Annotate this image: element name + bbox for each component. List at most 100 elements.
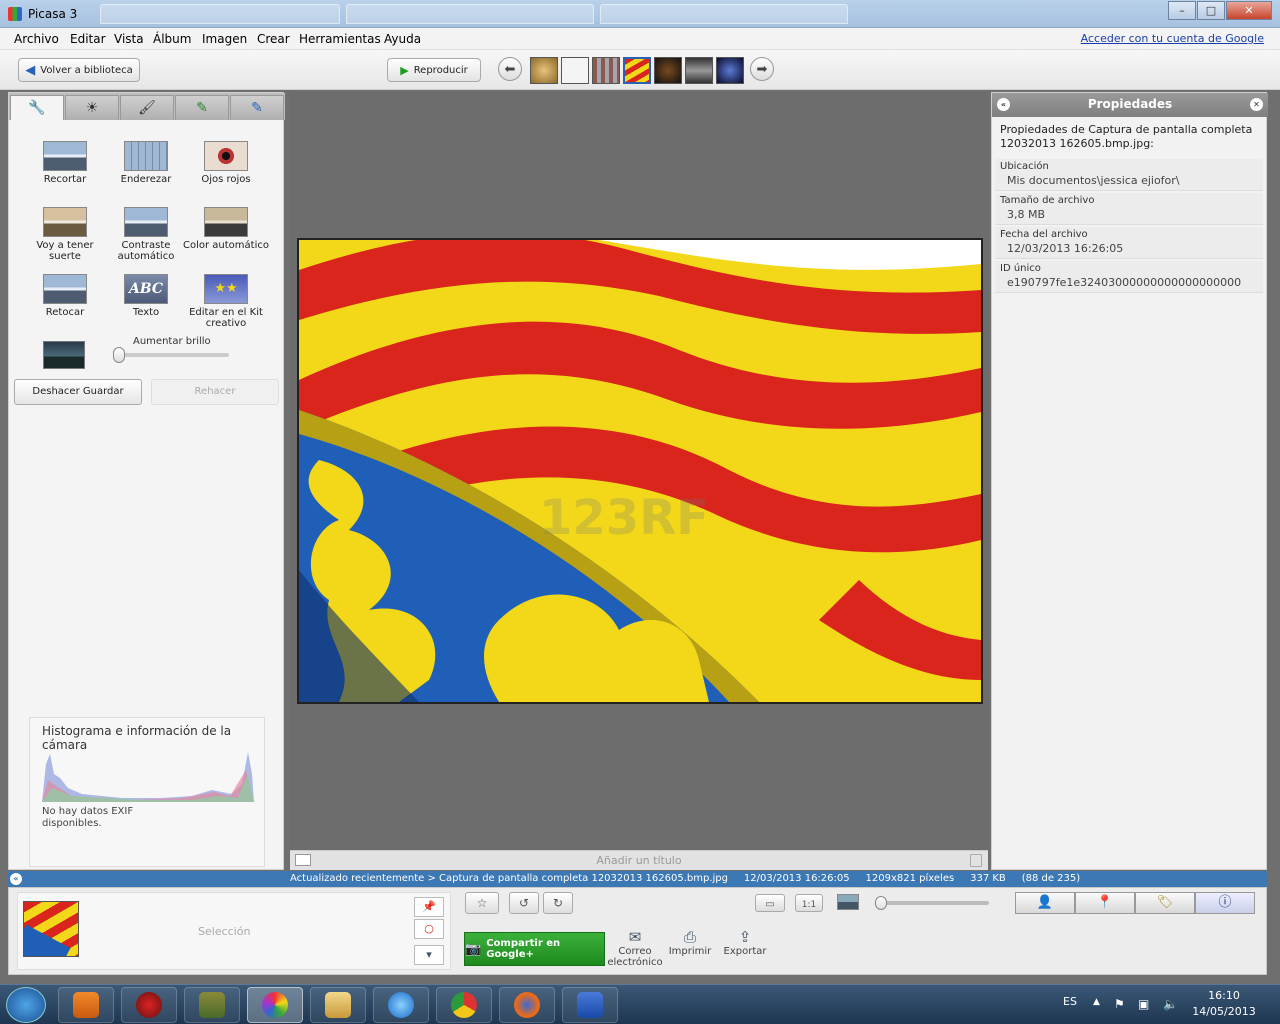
filmstrip-thumbnail[interactable] [530, 57, 558, 84]
color-icon [204, 207, 248, 237]
actual-size-button[interactable]: 1:1 [795, 894, 823, 912]
tool-text[interactable]: ABC Texto [102, 274, 190, 318]
app-icon [136, 992, 162, 1018]
properties-button[interactable]: ⓘ [1195, 892, 1255, 914]
menu-editar[interactable]: Editar [70, 32, 106, 46]
zoom-slider-knob[interactable] [875, 896, 887, 910]
filmstrip-thumbnail[interactable] [654, 57, 682, 84]
brightness-slider[interactable] [113, 347, 229, 363]
envelope-icon: ✉ [628, 928, 642, 946]
tool-label: Voy a tener suerte [36, 240, 94, 262]
tool-auto-color[interactable]: Color automático [182, 207, 270, 251]
export-button[interactable]: ⇪ Exportar [717, 930, 773, 958]
tab-effects-2[interactable]: ✎ [175, 95, 229, 120]
redo-button[interactable]: Rehacer [151, 379, 279, 405]
trash-icon[interactable] [970, 854, 982, 867]
background-window-tab[interactable] [600, 4, 848, 24]
fit-to-window-button[interactable]: ▭ [755, 894, 785, 912]
language-indicator[interactable]: ES [1063, 995, 1077, 1008]
clock-date[interactable]: 14/05/2013 [1190, 1005, 1258, 1018]
play-slideshow-button[interactable]: ▶ Reproducir [387, 58, 481, 82]
filmstrip-thumbnail-selected[interactable] [623, 57, 651, 84]
status-text: Actualizado recientemente > Captura de p… [290, 873, 1080, 884]
add-title-field[interactable]: Añadir un título [290, 854, 988, 867]
undo-save-button[interactable]: Deshacer Guardar [14, 379, 142, 405]
brightness-slider-knob[interactable] [113, 347, 125, 363]
background-window-tab[interactable] [100, 4, 340, 24]
rotate-left-button[interactable]: ↺ [509, 892, 539, 914]
tool-straighten[interactable]: Enderezar [102, 141, 190, 185]
contrast-icon [124, 207, 168, 237]
google-signin-link[interactable]: Acceder con tu cuenta de Google [1081, 32, 1264, 45]
taskbar-explorer[interactable] [310, 987, 366, 1023]
background-window-tab[interactable] [346, 4, 594, 24]
people-button[interactable]: 👤 [1015, 892, 1075, 914]
fit-icon: ▭ [765, 899, 775, 910]
maximize-button[interactable]: □ [1197, 1, 1225, 20]
properties-panel: « Propiedades ✕ Propiedades de Captura d… [991, 92, 1268, 870]
tab-basic-fixes[interactable]: 🔧 [10, 95, 64, 120]
tab-tuning[interactable]: ☀ [65, 95, 119, 120]
menu-herramientas[interactable]: Herramientas [299, 32, 381, 46]
tool-label: Ojos rojos [201, 174, 251, 185]
taskbar-picasa[interactable] [247, 987, 303, 1023]
menu-album[interactable]: Álbum [153, 32, 191, 46]
minimize-button[interactable]: – [1168, 1, 1196, 20]
selected-photo-thumbnail[interactable] [23, 901, 79, 957]
photo-image[interactable]: 123RF [297, 238, 983, 704]
app-icon [199, 992, 225, 1018]
show-hidden-icons-icon[interactable]: ▲ [1093, 997, 1100, 1007]
pin-icon[interactable]: 📌 [414, 897, 444, 917]
filmstrip-thumbnail[interactable] [685, 57, 713, 84]
next-photo-button[interactable]: ➡ [750, 57, 774, 81]
filmstrip-thumbnail[interactable] [592, 57, 620, 84]
taskbar-chrome[interactable] [436, 987, 492, 1023]
taskbar-media-player[interactable] [58, 987, 114, 1023]
back-to-library-button[interactable]: ◀ Volver a biblioteca [18, 58, 140, 82]
zoom-landscape-icon[interactable] [837, 894, 859, 910]
tags-button[interactable]: 🏷 [1135, 892, 1195, 914]
previous-photo-button[interactable]: ⬅ [498, 57, 522, 81]
star-icon: ☆ [476, 896, 488, 910]
network-icon[interactable]: ▣ [1138, 997, 1149, 1011]
volume-icon[interactable]: 🔈 [1163, 997, 1178, 1011]
tab-effects[interactable]: 🖌 [120, 95, 174, 120]
menu-vista[interactable]: Vista [114, 32, 144, 46]
tool-retouch[interactable]: Retocar [21, 274, 109, 318]
clear-selection-icon[interactable]: ○ [414, 919, 444, 939]
clock-time[interactable]: 16:10 [1204, 989, 1244, 1002]
start-button-icon[interactable] [6, 987, 46, 1023]
collapse-tray-icon[interactable]: « [10, 873, 22, 885]
tab-effects-3[interactable]: ✎ [230, 95, 284, 120]
taskbar-internet-explorer[interactable] [373, 987, 429, 1023]
print-button[interactable]: ⎙ Imprimir [662, 930, 718, 958]
properties-description: Propiedades de Captura de pantalla compl… [1000, 123, 1253, 150]
flag-icon[interactable]: ⚑ [1114, 997, 1125, 1011]
menu-archivo[interactable]: Archivo [14, 32, 59, 46]
close-panel-icon[interactable]: ✕ [1250, 98, 1263, 111]
rotate-right-button[interactable]: ↻ [543, 892, 573, 914]
menu-ayuda[interactable]: Ayuda [384, 32, 421, 46]
tool-red-eye[interactable]: Ojos rojos [182, 141, 270, 185]
tool-crop[interactable]: Recortar [21, 141, 109, 185]
filmstrip-thumbnail[interactable] [561, 57, 589, 84]
taskbar-app[interactable] [121, 987, 177, 1023]
tool-creative-kit[interactable]: ★★ Editar en el Kit creativo [182, 274, 270, 329]
close-button[interactable]: ✕ [1226, 1, 1272, 20]
taskbar-app[interactable] [184, 987, 240, 1023]
email-button[interactable]: ✉ Correo electrónico [607, 928, 663, 969]
menu-imagen[interactable]: Imagen [202, 32, 247, 46]
tool-auto-contrast[interactable]: Contraste automático [102, 207, 190, 262]
share-google-plus-button[interactable]: 📷 Compartir en Google+ [464, 932, 605, 966]
firefox-icon [514, 992, 540, 1018]
location-button[interactable]: 📍 [1075, 892, 1135, 914]
taskbar-word[interactable] [562, 987, 618, 1023]
menu-crear[interactable]: Crear [257, 32, 290, 46]
filmstrip-thumbnail[interactable] [716, 57, 744, 84]
star-button[interactable]: ☆ [465, 892, 499, 914]
crop-icon [43, 141, 87, 171]
add-to-album-icon[interactable]: ▾ [414, 945, 444, 965]
tool-feeling-lucky[interactable]: Voy a tener suerte [21, 207, 109, 262]
zoom-slider[interactable] [875, 896, 989, 910]
taskbar-firefox[interactable] [499, 987, 555, 1023]
